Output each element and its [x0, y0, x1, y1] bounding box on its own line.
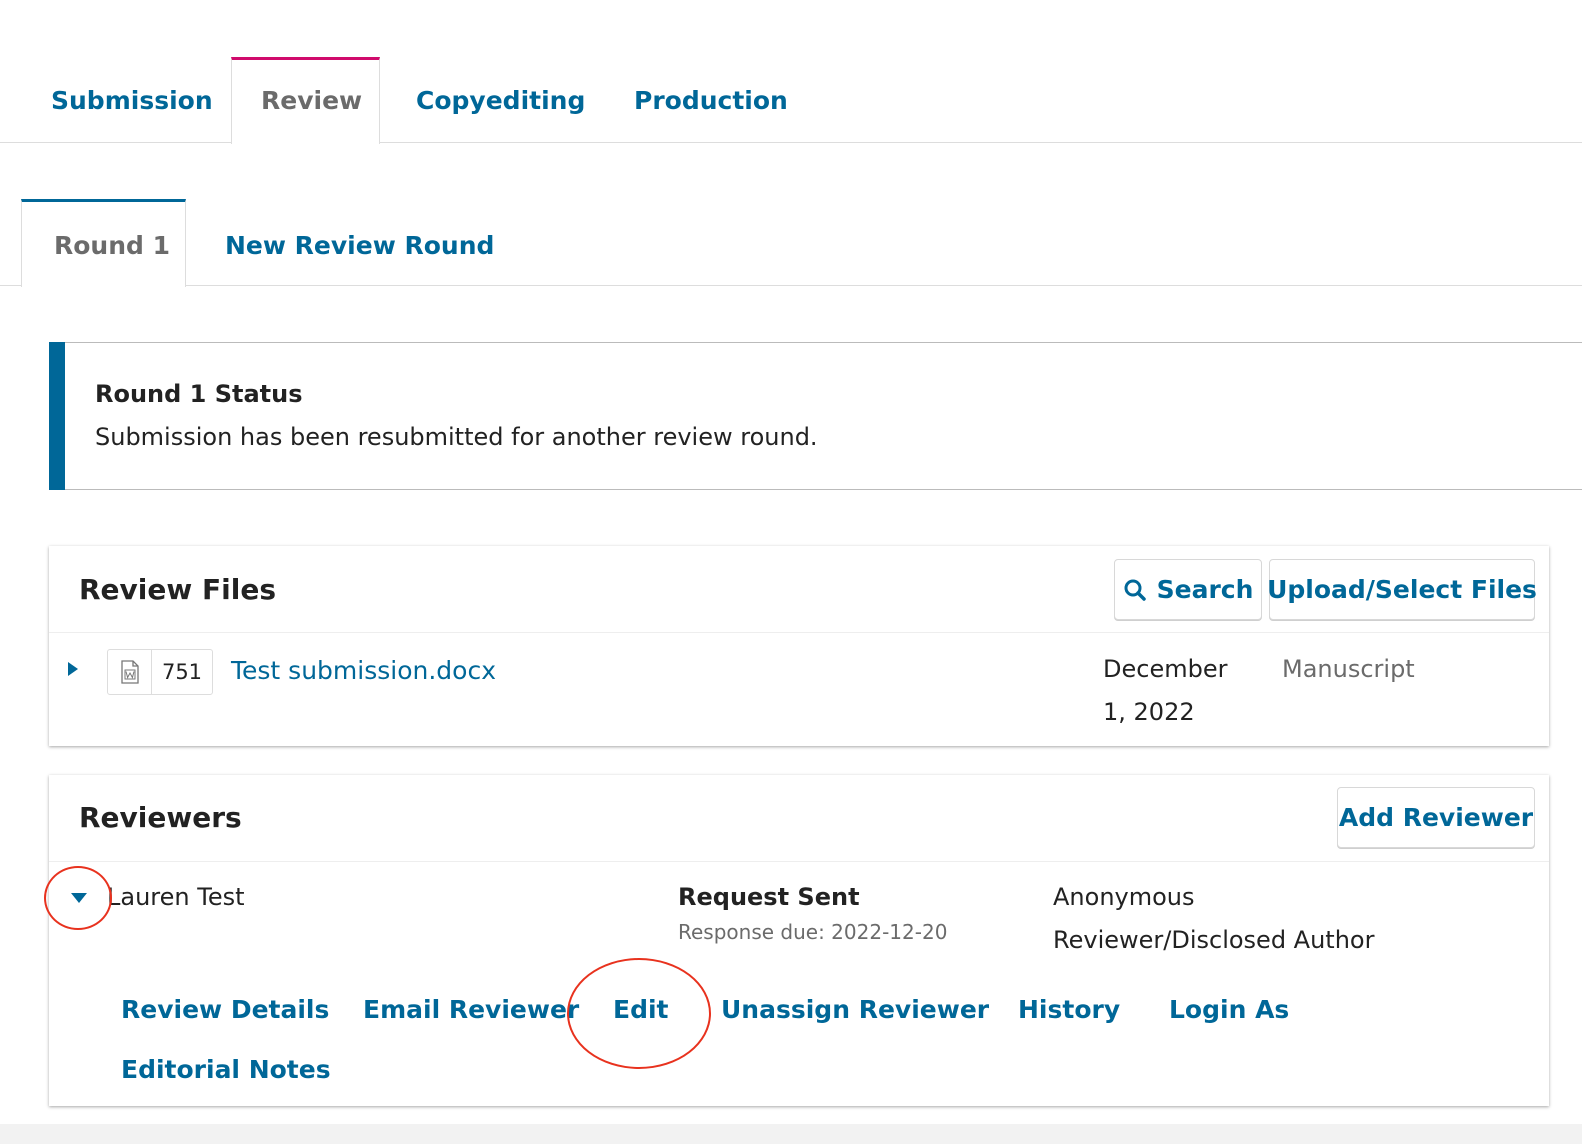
review-details-link[interactable]: Review Details — [121, 995, 329, 1024]
tab-production[interactable]: Production — [634, 86, 788, 115]
upload-select-files-button[interactable]: Upload/Select Files — [1267, 559, 1537, 620]
page-bottom-strip — [0, 1124, 1582, 1144]
tab-copyediting[interactable]: Copyediting — [416, 86, 585, 115]
reviewer-status: Request Sent — [678, 883, 860, 911]
tab-review[interactable]: Review — [261, 86, 362, 115]
annotation-circle-edit — [567, 958, 711, 1069]
round-status-title: Round 1 Status — [95, 380, 303, 408]
file-id-badge: 751 — [107, 649, 213, 695]
reviewer-response-due: Response due: 2022-12-20 — [678, 920, 948, 944]
email-reviewer-link[interactable]: Email Reviewer — [363, 995, 579, 1024]
file-name-link[interactable]: Test submission.docx — [231, 656, 496, 685]
file-id: 751 — [161, 660, 203, 684]
file-date-line-1: December — [1103, 655, 1228, 683]
word-document-icon — [108, 650, 152, 694]
file-date-line-2: 1, 2022 — [1103, 698, 1195, 726]
tab-round-1[interactable]: Round 1 — [54, 231, 170, 260]
tab-submission[interactable]: Submission — [51, 86, 213, 115]
round-tabs-divider — [0, 285, 1582, 286]
add-reviewer-button[interactable]: Add Reviewer — [1337, 787, 1535, 848]
review-files-title: Review Files — [79, 573, 276, 606]
review-method-line-1: Anonymous — [1053, 883, 1195, 911]
reviewers-title: Reviewers — [79, 801, 242, 834]
annotation-circle-expand — [44, 866, 112, 930]
tab-new-review-round[interactable]: New Review Round — [225, 231, 494, 260]
round-status-notice — [49, 342, 1582, 490]
file-type: Manuscript — [1282, 655, 1415, 683]
login-as-link[interactable]: Login As — [1169, 995, 1289, 1024]
editorial-notes-link[interactable]: Editorial Notes — [121, 1055, 331, 1084]
unassign-reviewer-link[interactable]: Unassign Reviewer — [721, 995, 989, 1024]
search-files-button[interactable]: Search — [1114, 559, 1262, 620]
notice-accent-bar — [49, 342, 65, 490]
expand-file-row-icon[interactable] — [66, 660, 80, 682]
history-link[interactable]: History — [1018, 995, 1120, 1024]
review-files-header-divider — [49, 632, 1549, 633]
search-button-label: Search — [1156, 575, 1254, 604]
reviewer-name: Lauren Test — [107, 883, 245, 911]
round-status-text: Submission has been resubmitted for anot… — [95, 423, 818, 451]
search-icon — [1123, 578, 1147, 602]
reviewers-header-divider — [49, 861, 1549, 862]
review-method-line-2: Reviewer/Disclosed Author — [1053, 926, 1375, 954]
